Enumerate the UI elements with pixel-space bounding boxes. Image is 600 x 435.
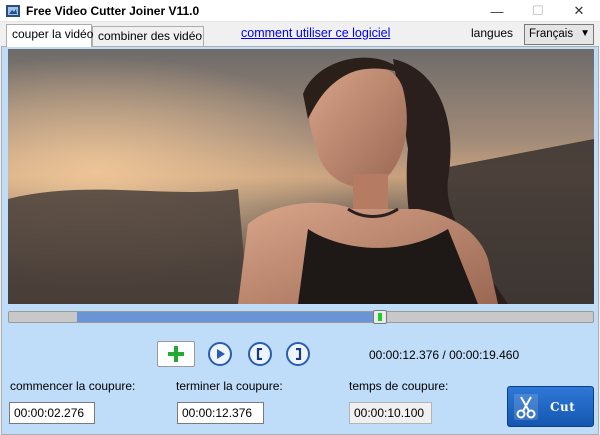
start-time-field[interactable]: 00:00:02.276 bbox=[9, 402, 95, 424]
end-time-label: terminer la coupure: bbox=[176, 379, 283, 393]
set-end-button[interactable] bbox=[286, 342, 310, 366]
close-button[interactable]: ✕ bbox=[558, 0, 600, 22]
app-icon bbox=[6, 5, 20, 17]
client-area: couper la vidéo combiner des vidéo comme… bbox=[0, 22, 600, 435]
maximize-button[interactable]: ☐ bbox=[517, 0, 559, 22]
title-bar: Free Video Cutter Joiner V11.0 — ☐ ✕ bbox=[0, 0, 600, 22]
duration-label: temps de coupure: bbox=[349, 379, 449, 393]
language-select[interactable]: Français ▼ bbox=[524, 24, 594, 45]
minimize-button[interactable]: — bbox=[476, 0, 518, 22]
set-start-button[interactable] bbox=[248, 342, 272, 366]
bracket-open-icon bbox=[256, 348, 262, 360]
video-frame-image bbox=[8, 49, 594, 304]
seek-slider[interactable] bbox=[8, 310, 594, 324]
plus-icon bbox=[168, 346, 184, 362]
end-time-field[interactable]: 00:00:12.376 bbox=[177, 402, 264, 424]
seek-thumb[interactable] bbox=[373, 310, 388, 324]
video-preview[interactable] bbox=[8, 49, 594, 304]
bracket-close-icon bbox=[296, 348, 302, 360]
help-link[interactable]: comment utiliser ce logiciel bbox=[241, 26, 390, 40]
cut-button[interactable]: Cut bbox=[507, 386, 594, 427]
selection-range bbox=[77, 312, 381, 322]
play-button[interactable] bbox=[208, 342, 232, 366]
cut-button-label: Cut bbox=[550, 399, 576, 414]
add-button[interactable] bbox=[157, 341, 195, 367]
tab-join-videos[interactable]: combiner des vidéo bbox=[92, 26, 204, 46]
tab-cut-video[interactable]: couper la vidéo bbox=[6, 24, 93, 47]
language-label: langues bbox=[471, 26, 514, 40]
window-title: Free Video Cutter Joiner V11.0 bbox=[26, 4, 200, 18]
play-icon bbox=[217, 349, 225, 359]
cut-panel: 00:00:12.376 / 00:00:19.460 commencer la… bbox=[1, 46, 599, 435]
scissors-icon bbox=[514, 393, 538, 420]
language-selected-value: Français bbox=[529, 28, 574, 40]
time-readout: 00:00:12.376 / 00:00:19.460 bbox=[369, 348, 520, 362]
start-time-label: commencer la coupure: bbox=[10, 379, 136, 393]
duration-field: 00:00:10.100 bbox=[349, 402, 432, 424]
chevron-down-icon: ▼ bbox=[580, 28, 590, 39]
